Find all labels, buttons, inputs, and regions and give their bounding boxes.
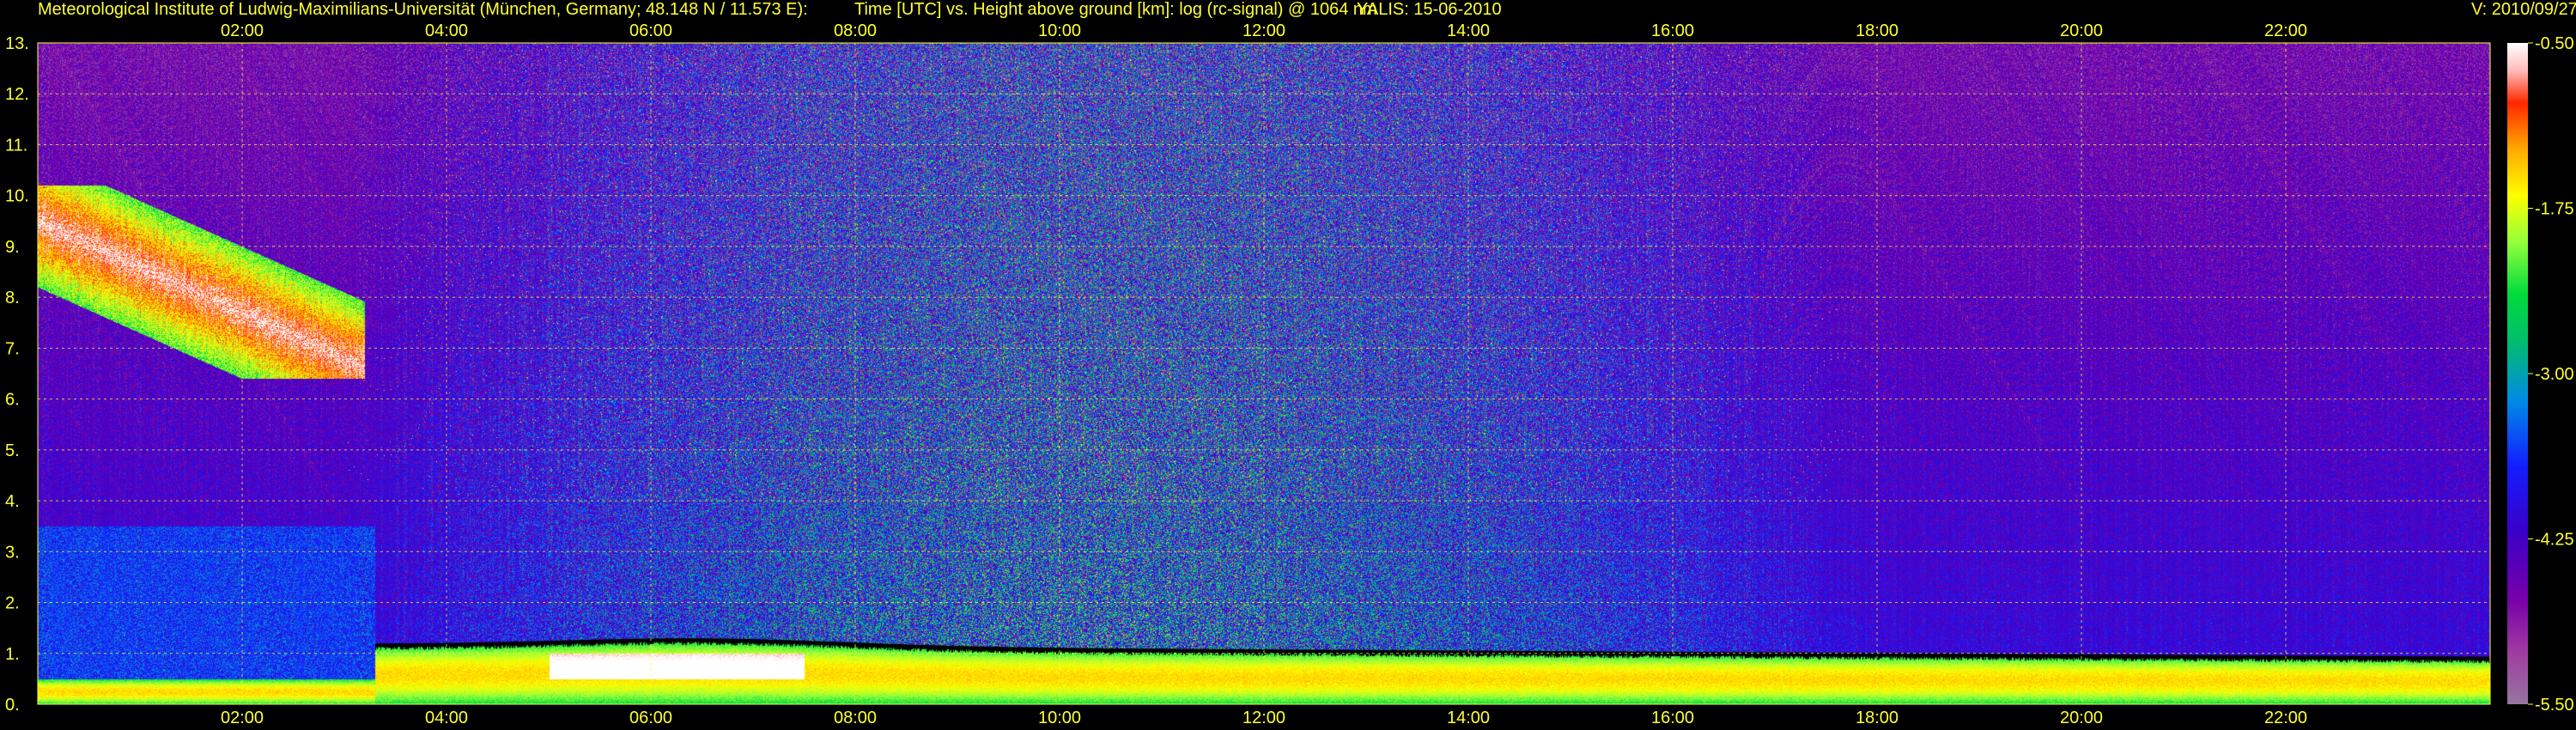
grid	[38, 42, 2490, 705]
chart-overlay	[37, 42, 2491, 705]
